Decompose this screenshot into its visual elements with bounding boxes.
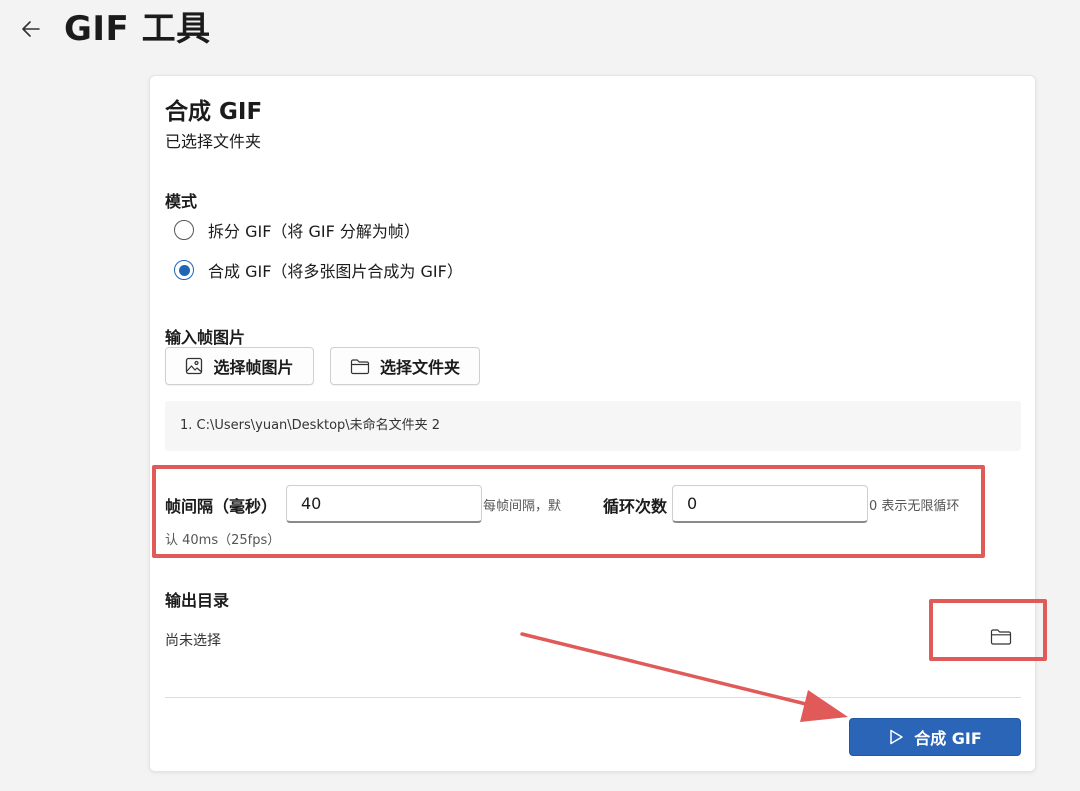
select-folder-button[interactable]: 选择文件夹 bbox=[330, 347, 480, 385]
mode-label: 模式 bbox=[165, 192, 198, 211]
input-path-list: 1. C:\Users\yuan\Desktop\未命名文件夹 2 bbox=[165, 401, 1021, 451]
loop-count-label: 循环次数 bbox=[603, 497, 668, 516]
page-title: GIF 工具 bbox=[64, 9, 211, 49]
select-frame-images-label: 选择帧图片 bbox=[213, 358, 294, 377]
radio-split-gif[interactable]: 拆分 GIF（将 GIF 分解为帧） bbox=[174, 218, 420, 242]
output-dir-label: 输出目录 bbox=[165, 591, 230, 610]
divider bbox=[165, 697, 1021, 698]
select-frame-images-button[interactable]: 选择帧图片 bbox=[165, 347, 314, 385]
compose-gif-button[interactable]: 合成 GIF bbox=[849, 718, 1021, 756]
play-icon bbox=[890, 729, 903, 745]
app-window: GIF 工具 合成 GIF 已选择文件夹 模式 拆分 GIF（将 GIF 分解为… bbox=[0, 0, 1080, 791]
card-title: 合成 GIF bbox=[165, 99, 263, 125]
radio-circle-unchecked[interactable] bbox=[174, 220, 194, 240]
radio-compose-gif[interactable]: 合成 GIF（将多张图片合成为 GIF） bbox=[174, 258, 463, 282]
folder-icon bbox=[990, 629, 1012, 645]
radio-circle-checked[interactable] bbox=[174, 260, 194, 280]
image-icon bbox=[186, 357, 203, 375]
loop-count-value: 0 bbox=[687, 494, 698, 513]
compose-gif-button-label: 合成 GIF bbox=[914, 729, 982, 748]
frame-interval-input[interactable]: 40 bbox=[286, 485, 482, 523]
folder-icon bbox=[350, 358, 370, 374]
back-arrow-icon bbox=[22, 21, 40, 37]
frame-interval-label: 帧间隔（毫秒） bbox=[165, 497, 278, 516]
input-frames-label: 输入帧图片 bbox=[165, 328, 246, 347]
card-subtitle: 已选择文件夹 bbox=[165, 132, 262, 151]
loop-count-input[interactable]: 0 bbox=[672, 485, 868, 523]
radio-split-gif-label: 拆分 GIF（将 GIF 分解为帧） bbox=[208, 222, 420, 241]
compose-gif-card: 合成 GIF 已选择文件夹 模式 拆分 GIF（将 GIF 分解为帧） 合成 G… bbox=[149, 75, 1036, 772]
loop-count-hint: 0 表示无限循环 bbox=[869, 499, 960, 514]
choose-output-folder-button[interactable] bbox=[990, 628, 1014, 648]
select-folder-label: 选择文件夹 bbox=[379, 358, 460, 377]
input-path-item: 1. C:\Users\yuan\Desktop\未命名文件夹 2 bbox=[180, 418, 441, 433]
frame-interval-value: 40 bbox=[301, 494, 322, 513]
frame-interval-hint-cont: 认 40ms（25fps） bbox=[165, 533, 281, 548]
back-button[interactable] bbox=[16, 14, 46, 44]
frame-interval-hint: 每帧间隔，默 bbox=[483, 499, 562, 514]
output-dir-value: 尚未选择 bbox=[165, 633, 221, 649]
radio-compose-gif-label: 合成 GIF（将多张图片合成为 GIF） bbox=[208, 262, 463, 281]
